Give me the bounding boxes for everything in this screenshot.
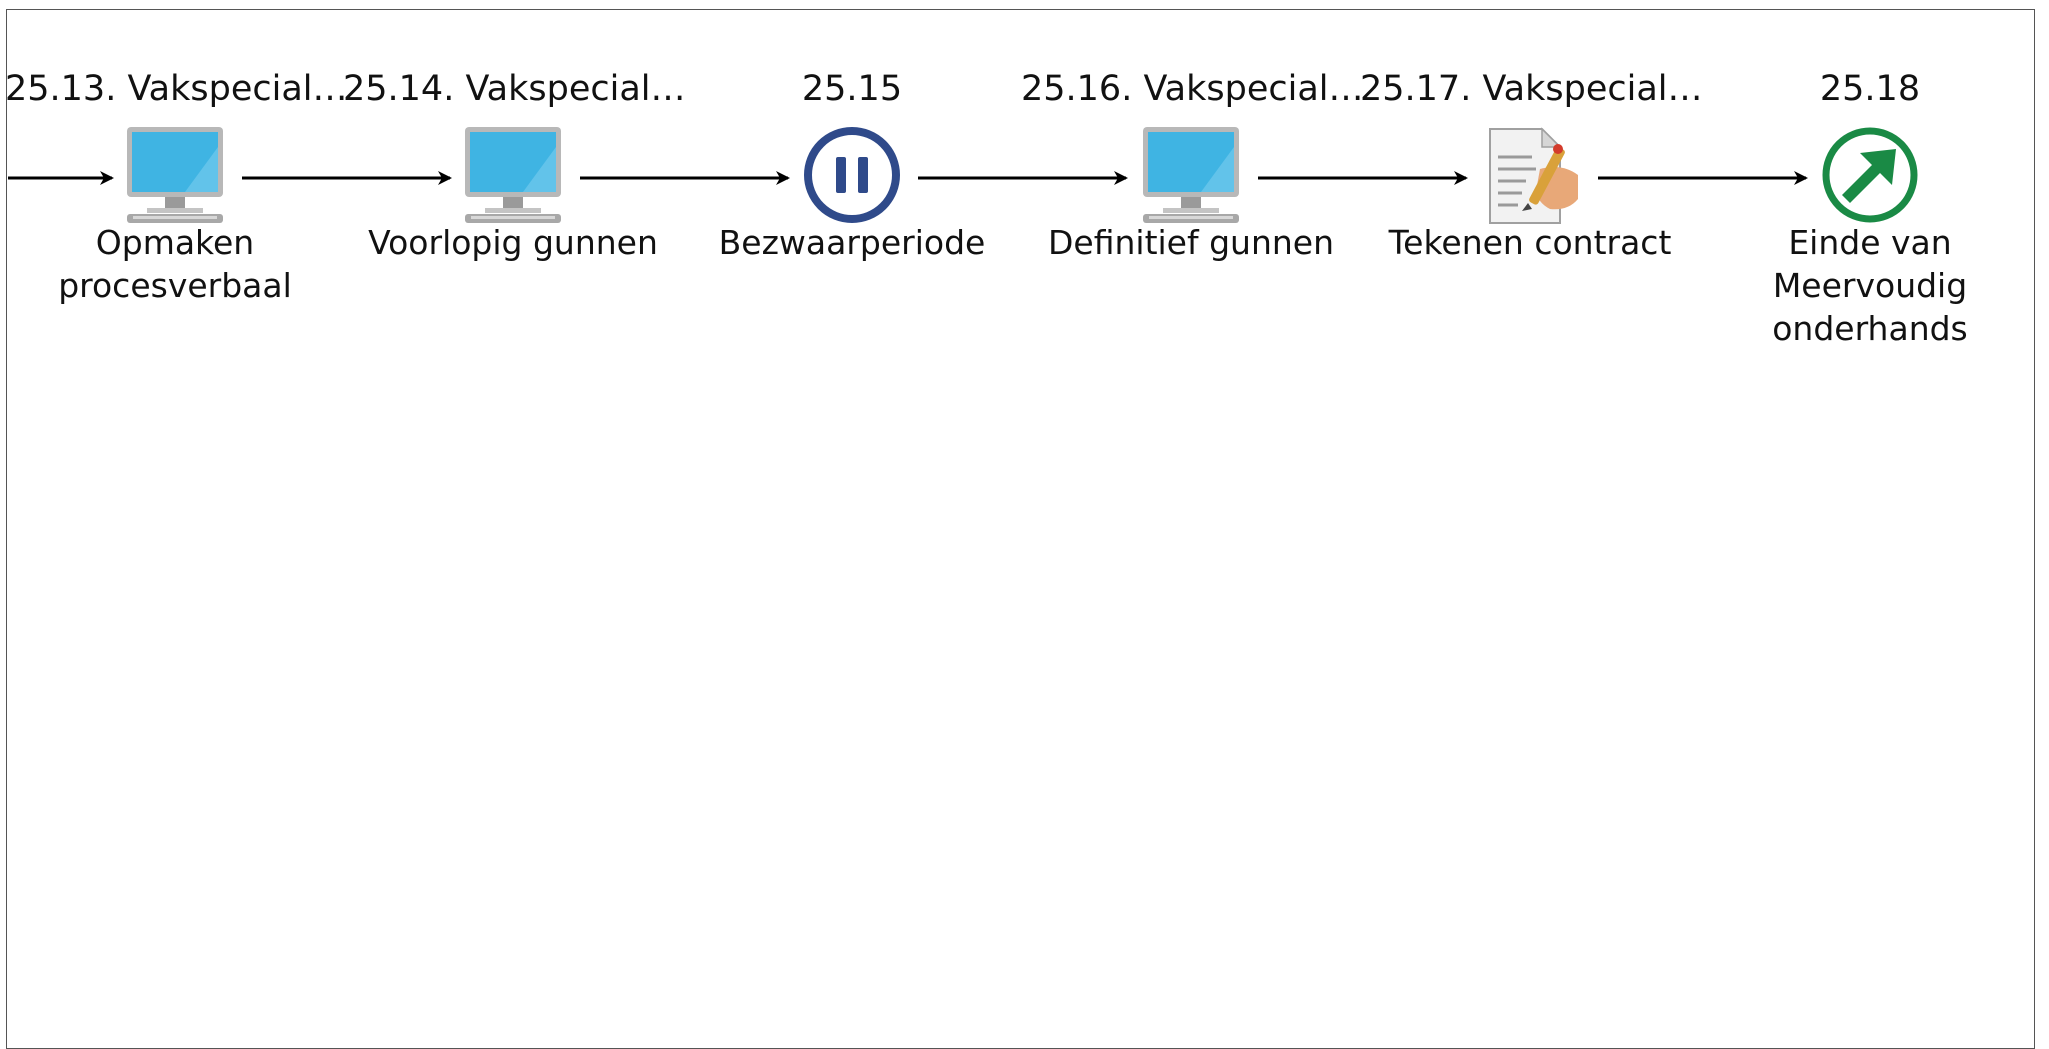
step-number: 25.17. Vakspecial… (1360, 69, 1703, 109)
step-label: Einde van Meervoudig onderhands (1772, 223, 1968, 348)
step-number: 25.14. Vakspecial… (343, 69, 686, 109)
flow-arrows (8, 171, 1808, 185)
step-label: Opmaken procesverbaal (58, 223, 292, 305)
computer-icon[interactable] (125, 125, 225, 225)
end-exit-icon[interactable] (1820, 125, 1920, 225)
step-number: 25.16. Vakspecial… (1021, 69, 1364, 109)
pause-icon[interactable] (802, 125, 902, 225)
computer-icon[interactable] (463, 125, 563, 225)
step-number: 25.13. Vakspecial… (5, 69, 348, 109)
step-label: Definitief gunnen (1047, 223, 1334, 262)
step-number: 25.18 (1819, 69, 1921, 109)
step-label: Voorlopig gunnen (368, 223, 658, 262)
signing-document-icon[interactable] (1480, 125, 1580, 225)
step-number: 25.15 (801, 69, 903, 109)
computer-icon[interactable] (1141, 125, 1241, 225)
step-label: Bezwaarperiode (718, 223, 986, 262)
step-label: Tekenen contract (1388, 223, 1672, 262)
